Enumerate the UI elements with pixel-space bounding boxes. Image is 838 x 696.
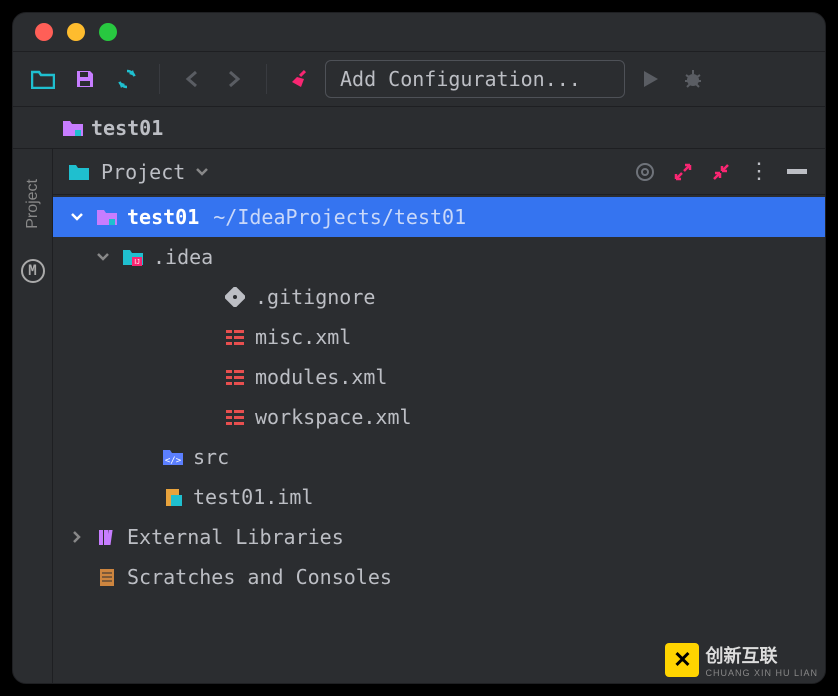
- node-label: test01.iml: [193, 485, 313, 509]
- project-view-icon: [67, 160, 91, 184]
- tree-node-src[interactable]: </> src: [53, 437, 825, 477]
- watermark-sub: CHUANG XIN HU LIAN: [705, 668, 818, 678]
- breadcrumb-label: test01: [91, 116, 163, 140]
- tree-node-misc-xml[interactable]: misc.xml: [53, 317, 825, 357]
- project-panel-header: Project ⋮: [53, 149, 825, 195]
- gitignore-file-icon: [223, 285, 247, 309]
- open-icon[interactable]: [27, 63, 59, 95]
- hide-panel-icon[interactable]: [783, 169, 811, 175]
- nav-back-icon[interactable]: [176, 63, 208, 95]
- content-area: Project M Project: [13, 149, 825, 683]
- idea-folder-icon: IJ: [121, 245, 145, 269]
- expand-all-icon[interactable]: [669, 162, 697, 182]
- collapse-all-icon[interactable]: [707, 162, 735, 182]
- node-label: workspace.xml: [255, 405, 412, 429]
- ide-window: Add Configuration... test01 Project M: [12, 12, 826, 684]
- xml-file-icon: [223, 405, 247, 429]
- node-label: modules.xml: [255, 365, 387, 389]
- iml-file-icon: [161, 485, 185, 509]
- chevron-right-icon[interactable]: [67, 530, 87, 544]
- module-folder-icon: [61, 116, 85, 140]
- tree-node-idea[interactable]: IJ .idea: [53, 237, 825, 277]
- node-label: External Libraries: [127, 525, 344, 549]
- tree-node-external-libs[interactable]: External Libraries: [53, 517, 825, 557]
- sync-icon[interactable]: [111, 63, 143, 95]
- watermark-logo: ✕: [665, 643, 699, 677]
- project-panel-title[interactable]: Project: [101, 160, 185, 184]
- node-label: misc.xml: [255, 325, 351, 349]
- chevron-down-icon[interactable]: [195, 167, 209, 177]
- debug-icon[interactable]: [677, 63, 709, 95]
- tree-node-iml[interactable]: test01.iml: [53, 477, 825, 517]
- toolbar-separator: [266, 64, 267, 94]
- main-toolbar: Add Configuration...: [13, 51, 825, 107]
- toolbar-separator: [159, 64, 160, 94]
- tree-node-scratches[interactable]: Scratches and Consoles: [53, 557, 825, 597]
- source-folder-icon: </>: [161, 445, 185, 469]
- target-icon[interactable]: [631, 161, 659, 183]
- close-window-button[interactable]: [35, 23, 53, 41]
- minimize-window-button[interactable]: [67, 23, 85, 41]
- nav-forward-icon[interactable]: [218, 63, 250, 95]
- tree-node-workspace-xml[interactable]: workspace.xml: [53, 397, 825, 437]
- project-panel: Project ⋮: [53, 149, 825, 683]
- breadcrumb-bar: test01: [13, 107, 825, 149]
- chevron-down-icon[interactable]: [93, 252, 113, 262]
- maximize-window-button[interactable]: [99, 23, 117, 41]
- tree-node-root[interactable]: test01 ~/IdeaProjects/test01: [53, 197, 825, 237]
- more-options-icon[interactable]: ⋮: [745, 159, 773, 184]
- xml-file-icon: [223, 325, 247, 349]
- module-folder-icon: [95, 205, 119, 229]
- project-breadcrumb[interactable]: test01: [51, 110, 173, 146]
- library-icon: [95, 525, 119, 549]
- tree-node-modules-xml[interactable]: modules.xml: [53, 357, 825, 397]
- node-label: src: [193, 445, 229, 469]
- node-label: test01: [127, 205, 199, 229]
- tree-node-gitignore[interactable]: .gitignore: [53, 277, 825, 317]
- node-path: ~/IdeaProjects/test01: [213, 205, 466, 229]
- node-label: .gitignore: [255, 285, 375, 309]
- run-config-label: Add Configuration...: [340, 67, 581, 91]
- node-label: .idea: [153, 245, 213, 269]
- titlebar: [13, 13, 825, 51]
- chevron-down-icon[interactable]: [67, 212, 87, 222]
- maven-tool-icon[interactable]: M: [21, 259, 45, 283]
- left-gutter: Project M: [13, 149, 53, 683]
- run-icon[interactable]: [635, 63, 667, 95]
- watermark: ✕ 创新互联 CHUANG XIN HU LIAN: [665, 642, 818, 678]
- project-tool-button[interactable]: Project: [24, 179, 42, 229]
- xml-file-icon: [223, 365, 247, 389]
- watermark-text: 创新互联: [705, 642, 818, 668]
- svg-text:</>: </>: [165, 456, 182, 466]
- node-label: Scratches and Consoles: [127, 565, 392, 589]
- project-tree: test01 ~/IdeaProjects/test01 IJ .idea: [53, 195, 825, 597]
- svg-text:IJ: IJ: [134, 259, 139, 266]
- run-configuration-dropdown[interactable]: Add Configuration...: [325, 60, 625, 98]
- scratches-icon: [95, 565, 119, 589]
- build-icon[interactable]: [283, 63, 315, 95]
- save-all-icon[interactable]: [69, 63, 101, 95]
